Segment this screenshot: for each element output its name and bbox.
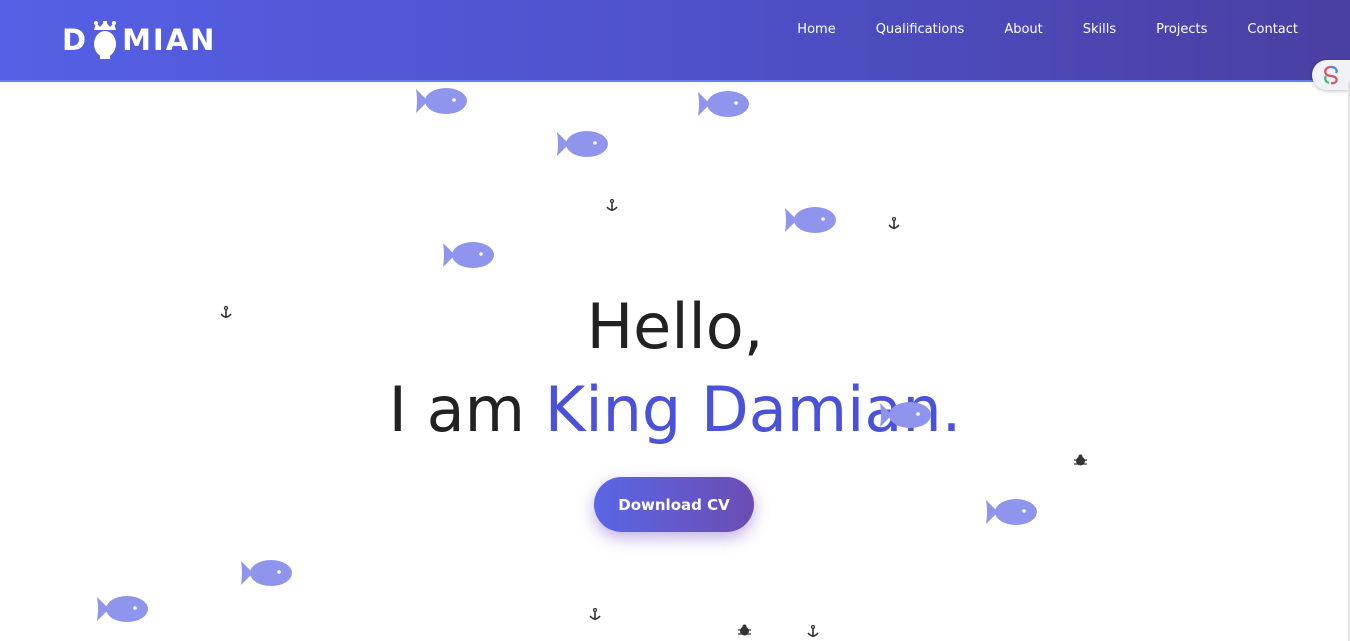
fish-icon xyxy=(416,87,468,120)
nav-about[interactable]: About xyxy=(984,20,1062,40)
anchor-icon xyxy=(606,198,618,217)
nav-qualifications[interactable]: Qualifications xyxy=(856,20,985,40)
extension-badge[interactable] xyxy=(1312,60,1350,90)
fish-icon xyxy=(698,90,750,123)
hero-intro-prefix: I am xyxy=(388,373,526,446)
logo-letters: MIAN xyxy=(122,23,217,57)
anchor-icon xyxy=(888,216,900,235)
page: D MIAN Home Qualifications About Skills xyxy=(0,0,1350,641)
logo-letter-d: D xyxy=(62,23,89,57)
fish-icon xyxy=(986,498,1038,531)
fish-icon xyxy=(97,595,149,628)
site-logo[interactable]: D MIAN xyxy=(62,14,216,66)
fish-icon xyxy=(880,401,932,434)
nav-contact[interactable]: Contact xyxy=(1227,20,1298,40)
anchor-icon xyxy=(589,607,601,626)
bug-icon xyxy=(738,623,751,641)
main-nav: Home Qualifications About Skills Project… xyxy=(777,20,1298,40)
anchor-icon xyxy=(807,624,819,641)
hero-greeting: Hello, xyxy=(586,290,764,363)
fish-icon xyxy=(785,206,837,239)
nav-home[interactable]: Home xyxy=(777,20,855,40)
nav-skills[interactable]: Skills xyxy=(1063,20,1136,40)
fish-icon xyxy=(557,130,609,163)
fish-icon xyxy=(241,559,293,592)
site-header: D MIAN Home Qualifications About Skills xyxy=(0,0,1350,82)
fish-icon xyxy=(443,241,495,274)
extension-swirl-icon xyxy=(1324,65,1338,85)
nav-projects[interactable]: Projects xyxy=(1136,20,1227,40)
download-cv-button[interactable]: Download CV xyxy=(594,477,754,532)
hero-intro: I am King Damian. xyxy=(0,370,1350,450)
bug-icon xyxy=(1074,453,1087,471)
crowned-head-icon xyxy=(92,20,118,59)
